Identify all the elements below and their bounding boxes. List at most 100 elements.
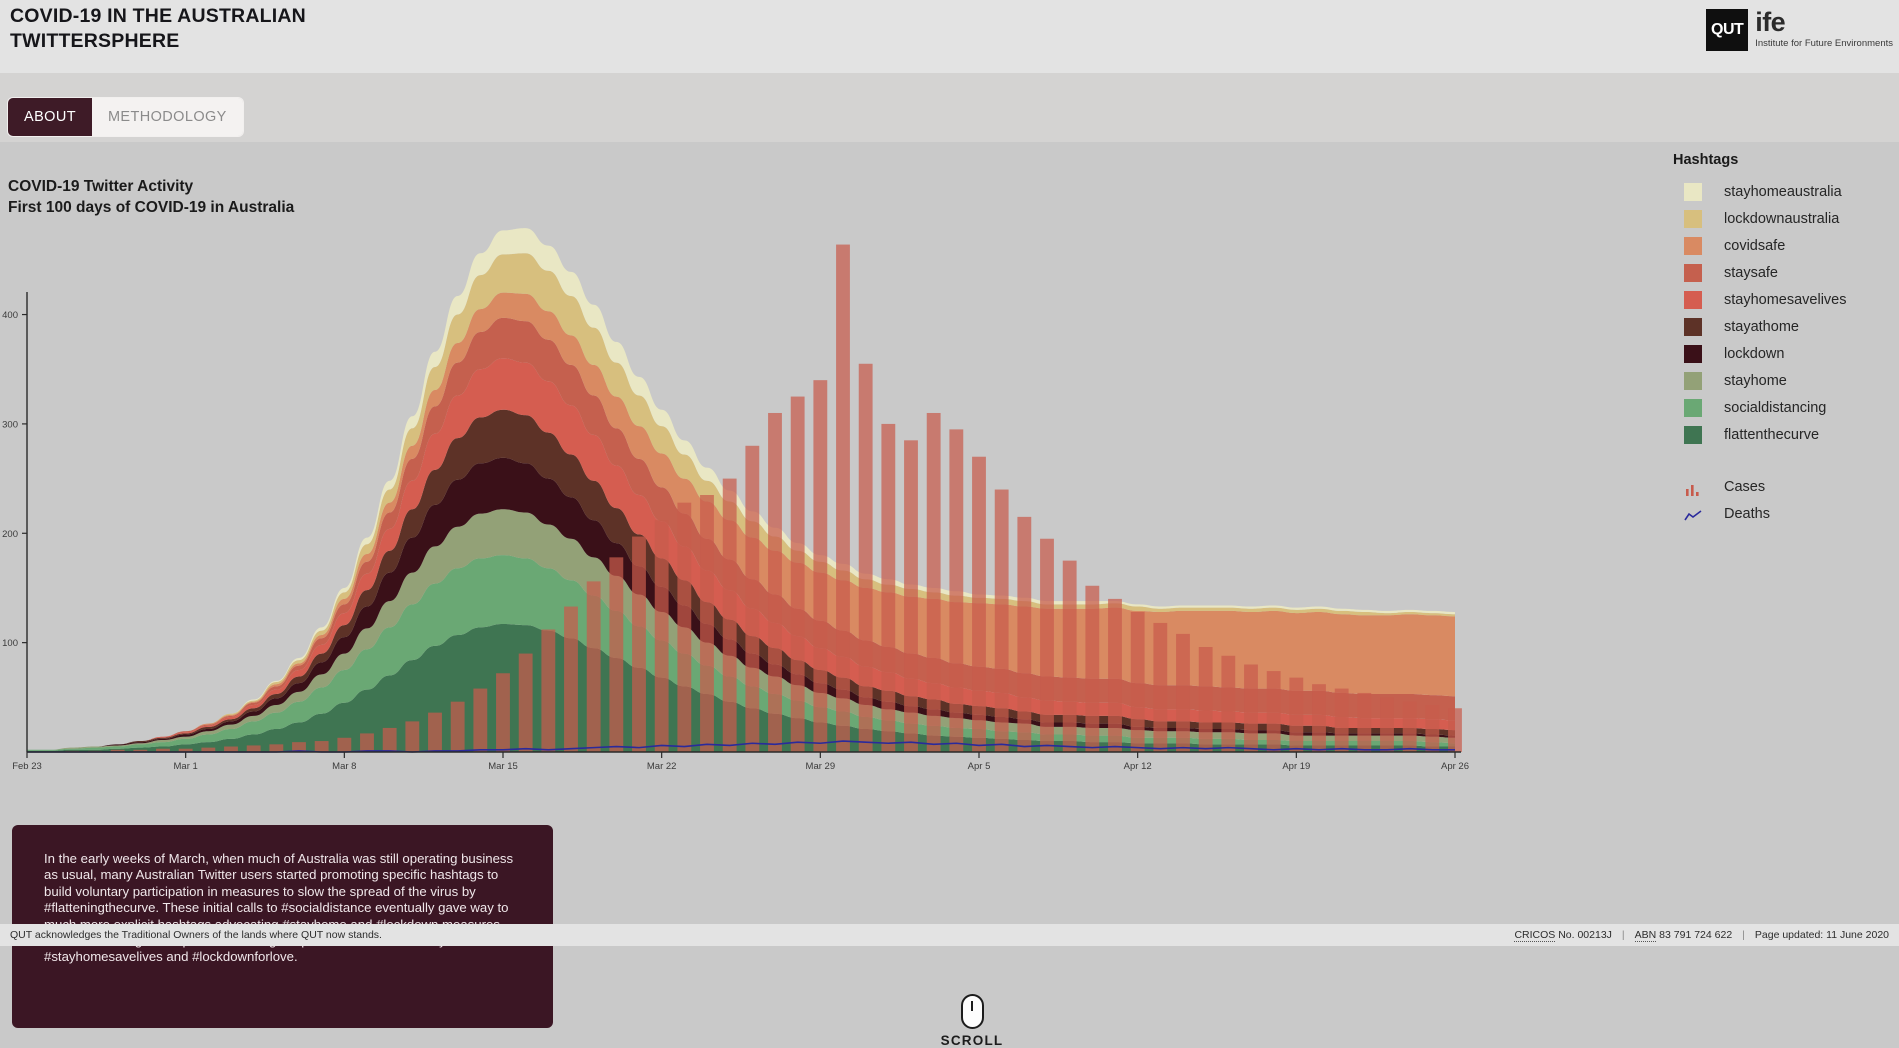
x-tick-label: Apr 12 <box>1124 761 1152 772</box>
cases-bar[interactable] <box>337 737 352 752</box>
cases-bar[interactable] <box>564 606 578 752</box>
cases-bar[interactable] <box>1153 622 1168 752</box>
cases-bar[interactable] <box>926 412 941 752</box>
cases-bar[interactable] <box>813 380 828 752</box>
cases-bar[interactable] <box>1176 633 1190 752</box>
legend-item-cases[interactable]: Cases <box>1673 473 1899 500</box>
cases-bar[interactable] <box>949 429 964 752</box>
toolbar: ABOUT METHODOLOGY HASHTAGS DOMAINS MENTI… <box>0 73 1899 207</box>
cases-bar[interactable] <box>1289 677 1304 752</box>
mouse-scroll-icon <box>960 994 984 1029</box>
cases-bar[interactable] <box>972 456 986 752</box>
legend-item-staysafe[interactable]: staysafe <box>1673 259 1899 286</box>
legend-item-flattenthecurve[interactable]: flattenthecurve <box>1673 421 1899 448</box>
cases-bar[interactable] <box>1448 708 1462 752</box>
legend-label: stayhomeaustralia <box>1724 183 1842 200</box>
cases-bar[interactable] <box>1266 671 1281 752</box>
cases-bar[interactable] <box>1017 516 1032 752</box>
cases-bar[interactable] <box>790 396 805 752</box>
cases-bar[interactable] <box>722 478 737 752</box>
cases-bar[interactable] <box>586 581 601 752</box>
cases-bar[interactable] <box>768 412 782 752</box>
cases-bar[interactable] <box>1380 697 1394 752</box>
cases-bar[interactable] <box>654 520 669 752</box>
y-tick-label: 400 <box>2 310 18 321</box>
legend-swatch-icon <box>1684 425 1702 444</box>
qut-logo-tagline: Institute for Future Environments <box>1755 38 1893 49</box>
cases-bar[interactable] <box>1221 655 1236 752</box>
cases-bar[interactable] <box>632 536 646 752</box>
cases-bar[interactable] <box>473 688 488 752</box>
legend-swatch-icon <box>1684 263 1702 282</box>
x-axis: Feb 23 Mar 1 Mar 8 Mar 15 Mar 22 Mar 29 Apr 5 A… <box>12 751 1469 772</box>
cases-bar[interactable] <box>496 673 510 752</box>
cases-bar[interactable] <box>1130 612 1145 752</box>
cases-bar[interactable] <box>836 244 850 752</box>
legend-label: stayathome <box>1724 318 1799 335</box>
cases-bar[interactable] <box>1357 692 1372 752</box>
cases-bar[interactable] <box>1198 647 1213 752</box>
x-tick-label: Apr 19 <box>1282 761 1310 772</box>
cases-bar[interactable] <box>1040 538 1054 752</box>
cases-bar[interactable] <box>609 557 624 752</box>
y-axis: 100 200 300 400 <box>2 292 28 752</box>
legend-swatch-icon <box>1684 209 1702 228</box>
legend-item-stayhome[interactable]: stayhome <box>1673 367 1899 394</box>
cases-bar[interactable] <box>450 701 465 752</box>
cases-bar[interactable] <box>1334 688 1349 752</box>
legend-swatch-icon <box>1684 182 1702 201</box>
legend-swatch-icon <box>1684 344 1702 363</box>
cases-bar[interactable] <box>1425 704 1440 752</box>
tab-methodology[interactable]: METHODOLOGY <box>91 98 243 136</box>
cases-bar[interactable] <box>269 744 284 752</box>
legend-item-lockdownaustralia[interactable]: lockdownaustralia <box>1673 205 1899 232</box>
cases-bar[interactable] <box>1402 701 1417 752</box>
legend-item-lockdown[interactable]: lockdown <box>1673 340 1899 367</box>
site-title: COVID-19 IN THE AUSTRALIAN TWITTERSPHERE <box>10 5 306 52</box>
cases-bar[interactable] <box>1062 560 1077 752</box>
stacked-areas <box>27 228 1455 752</box>
legend-item-stayhomeaustralia[interactable]: stayhomeaustralia <box>1673 178 1899 205</box>
cases-bar[interactable] <box>428 712 442 752</box>
legend-swatch-icon <box>1684 290 1702 309</box>
legend-label: lockdownaustralia <box>1724 210 1840 227</box>
cases-bar[interactable] <box>1085 585 1100 752</box>
x-tick-label: Apr 5 <box>968 761 991 772</box>
cases-bar[interactable] <box>881 423 896 752</box>
legend-item-socialdistancing[interactable]: socialdistancing <box>1673 394 1899 421</box>
cases-bar[interactable] <box>541 629 556 752</box>
covid-twitter-activity-chart[interactable]: 100 200 300 400 Feb 23 Mar 1 Mar 8 Mar 15 Mar 22… <box>0 142 1680 902</box>
cases-bar[interactable] <box>1108 598 1122 752</box>
bar-chart-icon <box>1684 478 1702 496</box>
cases-bar[interactable] <box>518 653 533 752</box>
x-tick-label: Apr 26 <box>1441 761 1469 772</box>
cases-bar[interactable] <box>858 363 873 752</box>
legend-item-stayhomesavelives[interactable]: stayhomesavelives <box>1673 286 1899 313</box>
legend-item-stayathome[interactable]: stayathome <box>1673 313 1899 340</box>
cases-bar[interactable] <box>246 745 261 752</box>
legend-item-deaths[interactable]: Deaths <box>1673 500 1899 527</box>
line-chart-icon <box>1684 505 1702 523</box>
footer-abn-value: 83 791 724 622 <box>1659 929 1733 941</box>
cases-bar[interactable] <box>405 721 420 752</box>
chart-legend: Hashtags stayhomeaustralia lockdownaustra… <box>1673 152 1899 527</box>
footer-updated: Page updated: 11 June 2020 <box>1754 929 1889 941</box>
cases-bar[interactable] <box>382 727 397 752</box>
cases-bar[interactable] <box>360 733 374 752</box>
tab-about[interactable]: ABOUT <box>8 98 92 136</box>
cases-bar[interactable] <box>677 502 692 752</box>
cases-bar[interactable] <box>224 746 238 752</box>
cases-bar[interactable] <box>1244 664 1258 752</box>
cases-bar[interactable] <box>994 489 1009 752</box>
legend-item-covidsafe[interactable]: covidsafe <box>1673 232 1899 259</box>
cases-bar[interactable] <box>314 741 329 752</box>
cases-bar[interactable] <box>1312 684 1326 752</box>
x-tick-label: Mar 22 <box>647 761 677 772</box>
cases-bar[interactable] <box>700 495 714 752</box>
qut-logo-words: ife Institute for Future Environments <box>1755 9 1893 50</box>
cases-bar[interactable] <box>745 445 760 752</box>
cases-bar[interactable] <box>904 440 918 752</box>
page-header: COVID-19 IN THE AUSTRALIAN TWITTERSPHERE… <box>0 0 1899 73</box>
x-tick-label: Mar 15 <box>488 761 518 772</box>
qut-ife-logo: QUT ife Institute for Future Environment… <box>1706 9 1893 55</box>
